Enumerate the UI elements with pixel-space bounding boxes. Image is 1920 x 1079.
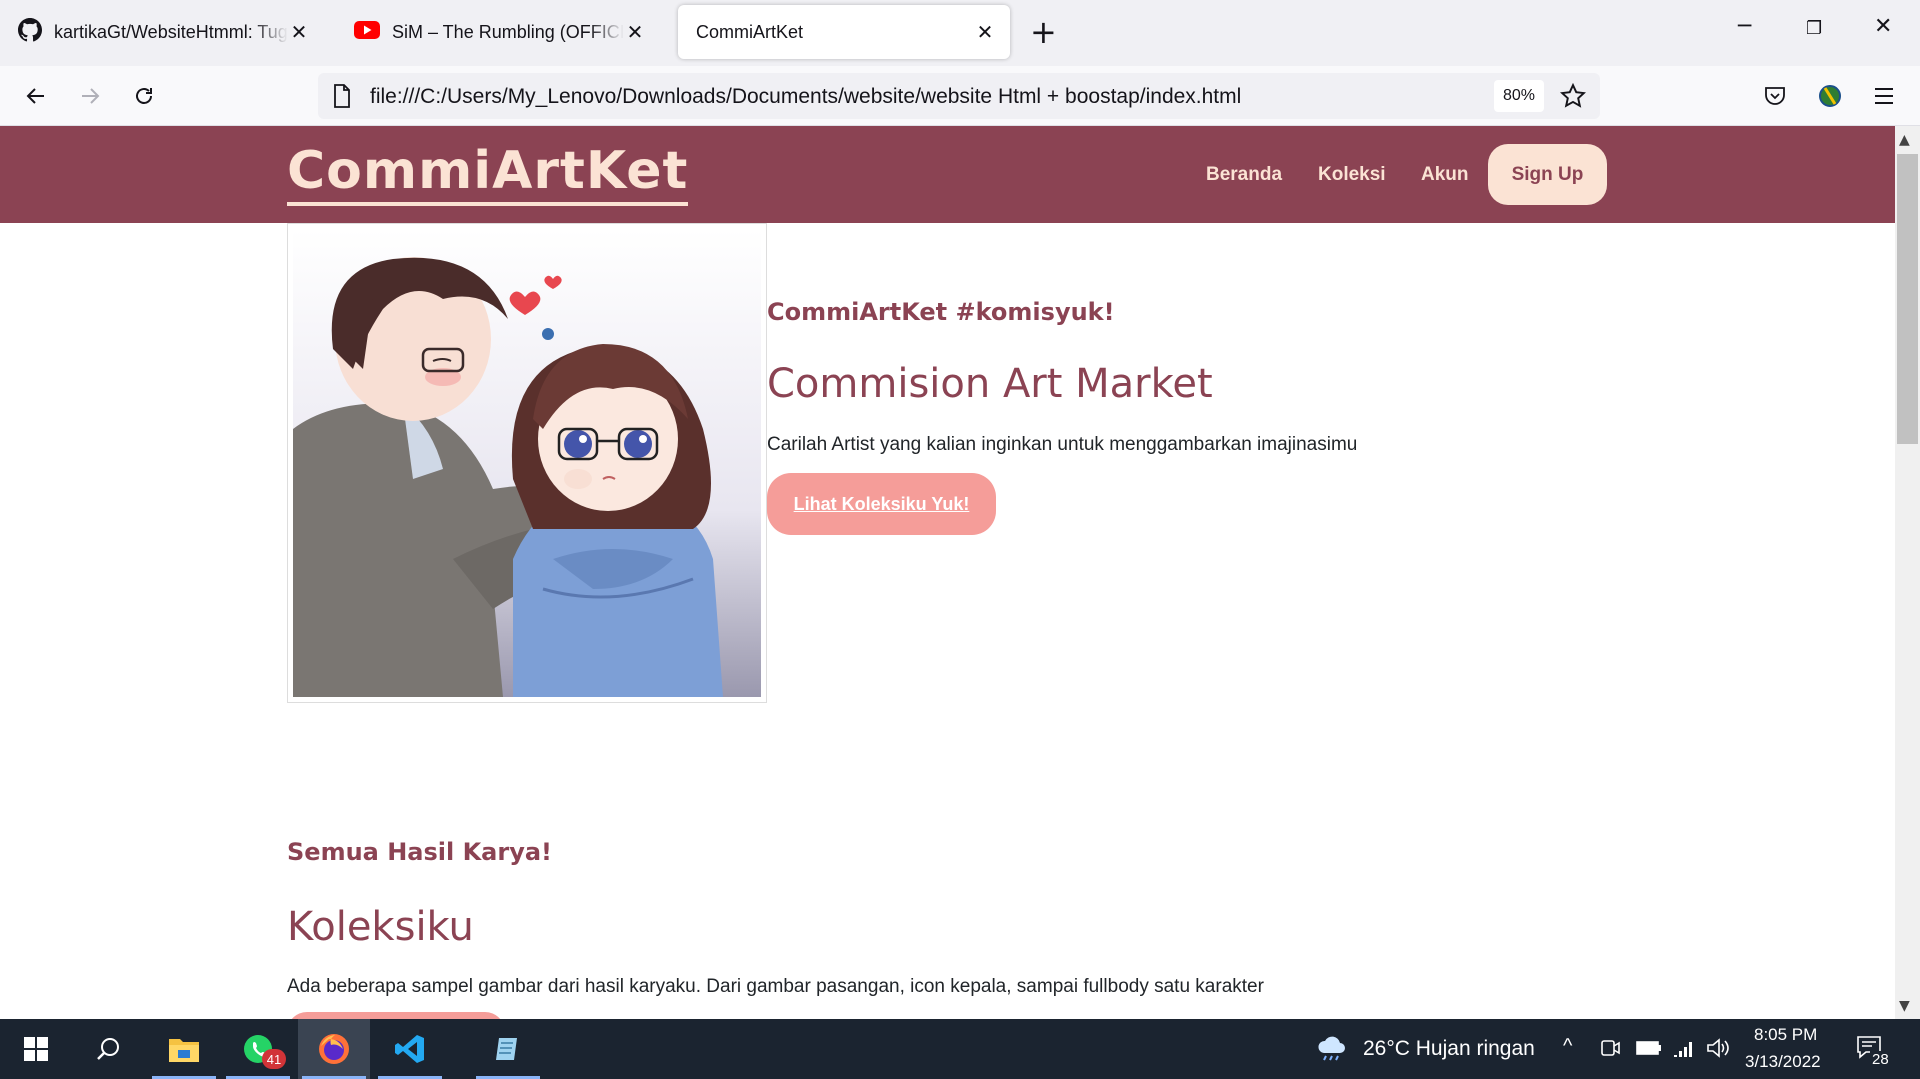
meet-now-icon[interactable] bbox=[1600, 1037, 1620, 1063]
nav-link-akun[interactable]: Akun bbox=[1421, 164, 1469, 186]
clock-time[interactable]: 8:05 PM bbox=[1754, 1025, 1817, 1045]
gallery-description: Ada beberapa sampel gambar dari hasil ka… bbox=[287, 976, 1264, 997]
battery-icon[interactable] bbox=[1636, 1039, 1662, 1061]
firefox-icon[interactable] bbox=[298, 1019, 370, 1079]
file-icon bbox=[332, 84, 352, 112]
chevron-up-icon[interactable]: ^ bbox=[1563, 1035, 1572, 1058]
tab-title: SiM – The Rumbling (OFFICIAL V bbox=[392, 21, 624, 42]
signup-button[interactable]: Sign Up bbox=[1488, 144, 1607, 205]
gallery-title: Koleksiku bbox=[287, 904, 474, 950]
browser-toolbar: file:///C:/Users/My_Lenovo/Downloads/Doc… bbox=[0, 66, 1920, 126]
zoom-level[interactable]: 80% bbox=[1494, 80, 1544, 112]
hero-description: Carilah Artist yang kalian inginkan untu… bbox=[767, 434, 1358, 455]
close-icon[interactable]: ✕ bbox=[974, 21, 996, 44]
minimize-icon[interactable]: ─ bbox=[1738, 14, 1751, 39]
bookmark-star-icon[interactable] bbox=[1559, 82, 1587, 113]
back-icon[interactable] bbox=[18, 78, 54, 114]
tab-github[interactable]: kartikaGt/WebsiteHtmml: Tugas ✕ bbox=[4, 5, 324, 59]
tab-youtube[interactable]: SiM – The Rumbling (OFFICIAL V ✕ bbox=[340, 5, 660, 59]
web-page: CommiArtKet Beranda Koleksi Akun Sign Up bbox=[0, 126, 1895, 1019]
gallery-button[interactable] bbox=[287, 1012, 505, 1019]
windows-start-icon[interactable] bbox=[0, 1019, 72, 1079]
address-bar[interactable]: file:///C:/Users/My_Lenovo/Downloads/Doc… bbox=[318, 73, 1600, 119]
whatsapp-icon[interactable]: 41 bbox=[222, 1019, 294, 1079]
nav-link-koleksi[interactable]: Koleksi bbox=[1318, 164, 1386, 186]
volume-icon[interactable] bbox=[1706, 1037, 1730, 1063]
menu-icon[interactable] bbox=[1866, 78, 1902, 114]
tab-title: CommiArtKet bbox=[696, 21, 804, 42]
url-text[interactable]: file:///C:/Users/My_Lenovo/Downloads/Doc… bbox=[370, 85, 1241, 109]
close-icon[interactable]: ✕ bbox=[624, 21, 646, 44]
scroll-up-icon[interactable]: ▲ bbox=[1899, 132, 1910, 148]
tab-title: kartikaGt/WebsiteHtmml: Tugas bbox=[54, 21, 288, 42]
forward-icon[interactable] bbox=[72, 78, 108, 114]
hero-illustration bbox=[287, 223, 767, 703]
windows-taskbar: 41 26°C Hujan ringan ^ 8:05 PM 3/13/2022… bbox=[0, 1019, 1920, 1079]
scroll-thumb[interactable] bbox=[1897, 154, 1918, 444]
nav-link-beranda[interactable]: Beranda bbox=[1206, 164, 1282, 186]
wifi-icon[interactable] bbox=[1672, 1037, 1696, 1063]
youtube-icon bbox=[354, 20, 380, 45]
pocket-icon[interactable] bbox=[1757, 78, 1793, 114]
notification-count: 28 bbox=[1870, 1051, 1891, 1068]
hero-tagline: CommiArtKet #komisyuk! bbox=[767, 298, 1115, 326]
notepad-icon[interactable] bbox=[472, 1019, 544, 1079]
restore-icon[interactable]: ❐ bbox=[1806, 18, 1822, 39]
weather-text[interactable]: 26°C Hujan ringan bbox=[1363, 1037, 1535, 1061]
close-icon[interactable]: ✕ bbox=[288, 21, 310, 44]
scroll-down-icon[interactable]: ▼ bbox=[1899, 998, 1910, 1014]
window-close-icon[interactable]: ✕ bbox=[1874, 14, 1892, 39]
search-icon[interactable] bbox=[72, 1019, 144, 1079]
reload-icon[interactable] bbox=[126, 78, 162, 114]
notification-badge: 41 bbox=[262, 1049, 286, 1069]
weather-cloud-icon[interactable] bbox=[1316, 1033, 1348, 1065]
gallery-tagline: Semua Hasil Karya! bbox=[287, 838, 552, 866]
hero-title: Commision Art Market bbox=[767, 361, 1213, 407]
page-scrollbar[interactable]: ▲ ▼ bbox=[1895, 126, 1920, 1019]
file-explorer-icon[interactable] bbox=[148, 1019, 220, 1079]
site-header: CommiArtKet Beranda Koleksi Akun Sign Up bbox=[0, 126, 1895, 223]
site-logo[interactable]: CommiArtKet bbox=[287, 140, 689, 206]
new-tab-icon[interactable]: + bbox=[1030, 16, 1057, 48]
anime-couple-illustration bbox=[293, 229, 761, 697]
browser-tab-strip: kartikaGt/WebsiteHtmml: Tugas ✕ SiM – Th… bbox=[0, 0, 1920, 66]
github-icon bbox=[18, 17, 43, 47]
idm-extension-icon[interactable] bbox=[1812, 78, 1848, 114]
vscode-icon[interactable] bbox=[374, 1019, 446, 1079]
clock-date[interactable]: 3/13/2022 bbox=[1745, 1052, 1821, 1072]
tab-commiartket[interactable]: CommiArtKet ✕ bbox=[678, 5, 1010, 59]
view-collection-button[interactable]: Lihat Koleksiku Yuk! bbox=[767, 473, 996, 535]
